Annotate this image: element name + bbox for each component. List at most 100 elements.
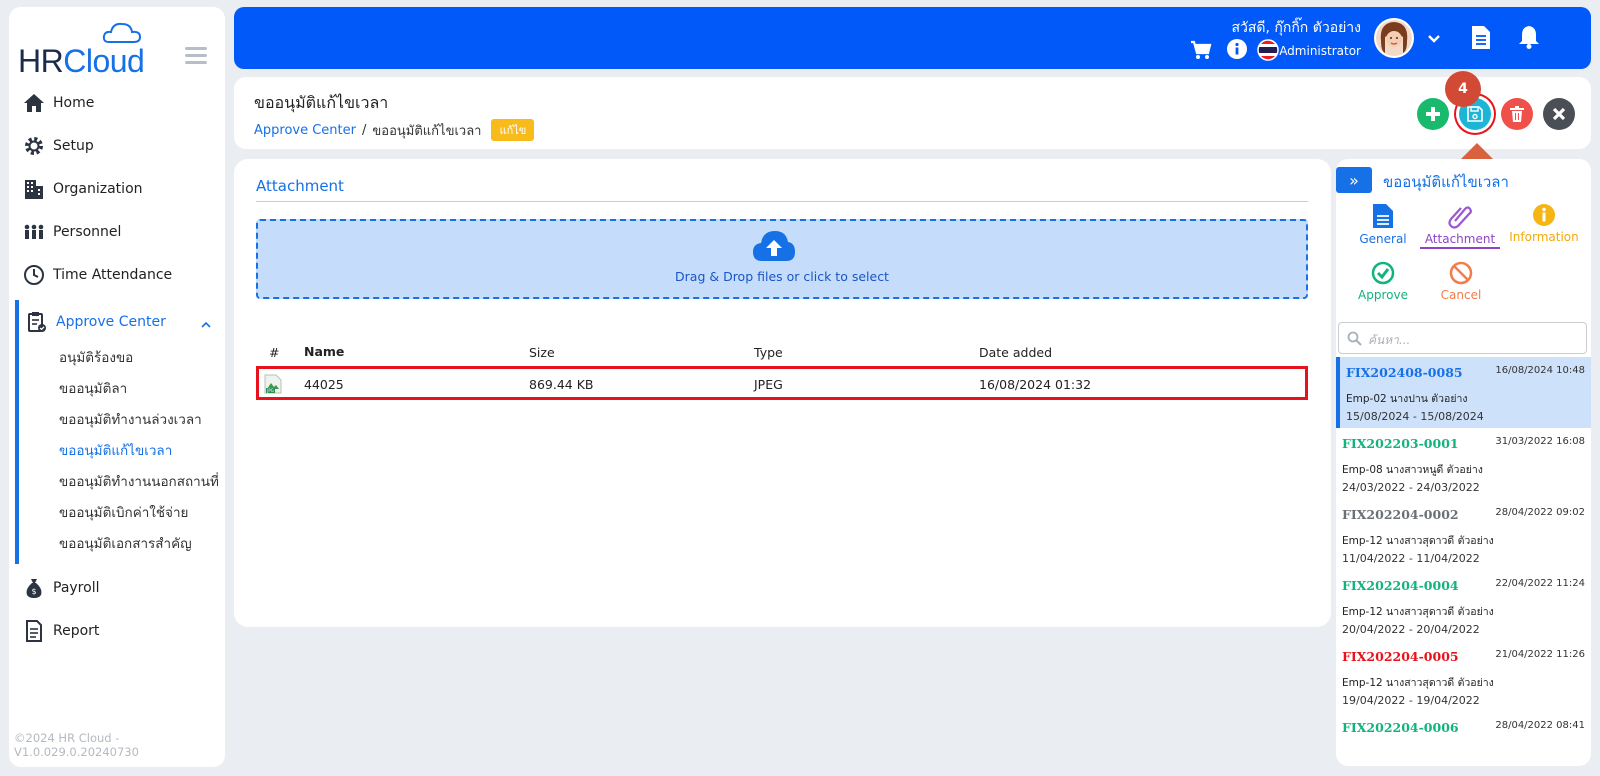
nav-item-payroll[interactable]: $ Payroll [9, 566, 225, 609]
list-item[interactable]: FIX202203-0001 31/03/2022 16:08 Emp-08 น… [1336, 428, 1591, 499]
check-circle-icon [1371, 261, 1395, 285]
request-timestamp: 28/04/2022 09:02 [1495, 507, 1585, 518]
nav-item-personnel[interactable]: Personnel [9, 210, 225, 253]
request-employee: Emp-02 นางปาน ตัวอย่าง [1346, 393, 1468, 405]
nav-label: Time Attendance [53, 266, 173, 283]
list-item[interactable]: FIX202204-0005 21/04/2022 11:26 Emp-12 น… [1336, 641, 1591, 712]
tab-general[interactable]: General [1358, 203, 1408, 246]
delete-button[interactable] [1501, 98, 1533, 130]
thai-flag-icon[interactable] [1257, 39, 1279, 65]
money-bag-icon: $ [22, 576, 46, 600]
nav-group-approve-center: Approve Center อนุมัติร้องขอ ขออนุมัติลา… [15, 300, 225, 564]
people-icon [22, 220, 46, 244]
sub-item-expense[interactable]: ขออนุมัติเบิกค่าใช้จ่าย [19, 498, 225, 529]
cloud-logo-icon [102, 22, 142, 43]
cart-icon[interactable] [1190, 40, 1212, 64]
request-timestamp: 22/04/2022 11:24 [1495, 578, 1585, 589]
table-header: # Name Size Type Date added [256, 341, 1308, 363]
request-date-range: 19/04/2022 - 19/04/2022 [1342, 694, 1480, 707]
list-item[interactable]: FIX202204-0002 28/04/2022 09:02 Emp-12 น… [1336, 499, 1591, 570]
sub-item-documents[interactable]: ขออนุมัติเอกสารสำคัญ [19, 529, 225, 560]
double-chevron-right-icon: » [1349, 170, 1359, 190]
request-timestamp: 16/08/2024 10:48 [1495, 365, 1585, 376]
list-item[interactable]: FIX202204-0004 22/04/2022 11:24 Emp-12 น… [1336, 570, 1591, 641]
request-timestamp: 28/04/2022 08:41 [1495, 720, 1585, 731]
clock-icon [22, 263, 46, 287]
bell-icon[interactable] [1518, 25, 1540, 53]
nav-item-time-attendance[interactable]: Time Attendance [9, 253, 225, 296]
nav-label: Organization [53, 180, 143, 197]
request-date-range: 24/03/2022 - 24/03/2022 [1342, 481, 1480, 494]
svg-text:$: $ [31, 587, 36, 596]
add-button[interactable] [1417, 98, 1449, 130]
request-employee: Emp-12 นางสาวสุดาวดี ตัวอย่าง [1342, 606, 1494, 618]
table-row[interactable]: JPG 44025 869.44 KB JPEG 16/08/2024 01:3… [256, 366, 1308, 400]
col-type[interactable]: Type [754, 345, 783, 360]
tab-cancel[interactable]: Cancel [1436, 261, 1486, 302]
collapse-panel-button[interactable]: » [1336, 167, 1372, 193]
breadcrumb: Approve Center / ขออนุมัติแก้ไขเวลา แก้ไ… [254, 119, 535, 141]
logo-hr-text: HR [18, 43, 64, 79]
sub-item-time-edit[interactable]: ขออนุมัติแก้ไขเวลา [19, 436, 225, 467]
col-date-added[interactable]: Date added [979, 345, 1052, 360]
document-icon[interactable] [1471, 25, 1491, 54]
breadcrumb-current: ขออนุมัติแก้ไขเวลา [372, 123, 482, 139]
file-name[interactable]: 44025 [304, 377, 344, 392]
nav-item-home[interactable]: Home [9, 81, 225, 124]
list-item[interactable]: FIX202204-0006 28/04/2022 08:41 [1336, 712, 1591, 766]
chevron-up-icon[interactable] [201, 316, 211, 332]
sub-item-offsite[interactable]: ขออนุมัติทำงานนอกสถานที่ [19, 467, 225, 498]
tab-approve[interactable]: Approve [1356, 261, 1410, 302]
col-name[interactable]: Name [304, 344, 344, 359]
search-icon [1347, 331, 1362, 346]
nav-item-report[interactable]: Report [9, 609, 225, 652]
request-code: FIX202408-0085 [1346, 365, 1463, 380]
nav-item-approve-center[interactable]: Approve Center [19, 300, 225, 343]
sub-item-overtime[interactable]: ขออนุมัติทำงานล่วงเวลา [19, 405, 225, 436]
tab-attachment[interactable]: Attachment [1420, 203, 1500, 249]
request-list: FIX202408-0085 16/08/2024 10:48 Emp-02 น… [1336, 357, 1591, 766]
nav-item-setup[interactable]: Setup [9, 124, 225, 167]
home-icon [22, 91, 46, 115]
menu-toggle-icon[interactable] [185, 47, 207, 65]
file-dropzone[interactable]: Drag & Drop files or click to select [256, 219, 1308, 299]
col-index: # [269, 345, 280, 360]
trash-icon [1510, 106, 1524, 122]
plus-icon [1426, 107, 1440, 121]
search-input[interactable]: ค้นหา... [1338, 322, 1587, 354]
request-date-range: 15/08/2024 - 15/08/2024 [1346, 410, 1484, 423]
list-item[interactable]: FIX202408-0085 16/08/2024 10:48 Emp-02 น… [1336, 357, 1591, 428]
jpg-file-icon[interactable]: JPG [264, 374, 282, 397]
hrcloud-logo[interactable]: HRCloud [18, 19, 158, 79]
svg-text:JPG: JPG [266, 388, 274, 393]
section-title: Attachment [256, 177, 344, 195]
nav-label: Payroll [53, 579, 100, 596]
search-placeholder: ค้นหา... [1368, 333, 1411, 347]
tab-information[interactable]: Information [1506, 203, 1582, 244]
nav-label: Personnel [53, 223, 122, 240]
file-size: 869.44 KB [529, 377, 594, 392]
tab-label: Approve [1358, 288, 1408, 302]
close-button[interactable] [1543, 98, 1575, 130]
request-employee: Emp-12 นางสาวสุดาวดี ตัวอย่าง [1342, 677, 1494, 689]
ban-icon [1449, 261, 1473, 285]
sidebar: HRCloud Home Setup Organization Personne… [9, 7, 225, 767]
tab-label: Cancel [1440, 288, 1482, 302]
tab-label: General [1359, 232, 1407, 246]
request-timestamp: 21/04/2022 11:26 [1495, 649, 1585, 660]
breadcrumb-link-approve-center[interactable]: Approve Center [254, 123, 356, 138]
info-icon[interactable] [1227, 39, 1247, 63]
request-code: FIX202204-0004 [1342, 578, 1459, 593]
tab-label: Attachment [1424, 232, 1496, 246]
chevron-down-icon[interactable] [1427, 33, 1441, 48]
nav-item-organization[interactable]: Organization [9, 167, 225, 210]
request-code: FIX202204-0005 [1342, 649, 1459, 664]
sub-item-approve-request[interactable]: อนุมัติร้องขอ [19, 343, 225, 374]
col-size[interactable]: Size [529, 345, 555, 360]
file-date-added: 16/08/2024 01:32 [979, 377, 1092, 392]
sub-item-leave[interactable]: ขออนุมัติลา [19, 374, 225, 405]
tab-label: Information [1509, 230, 1579, 244]
request-code: FIX202204-0006 [1342, 720, 1459, 735]
avatar[interactable] [1373, 17, 1415, 63]
report-icon [22, 619, 46, 643]
